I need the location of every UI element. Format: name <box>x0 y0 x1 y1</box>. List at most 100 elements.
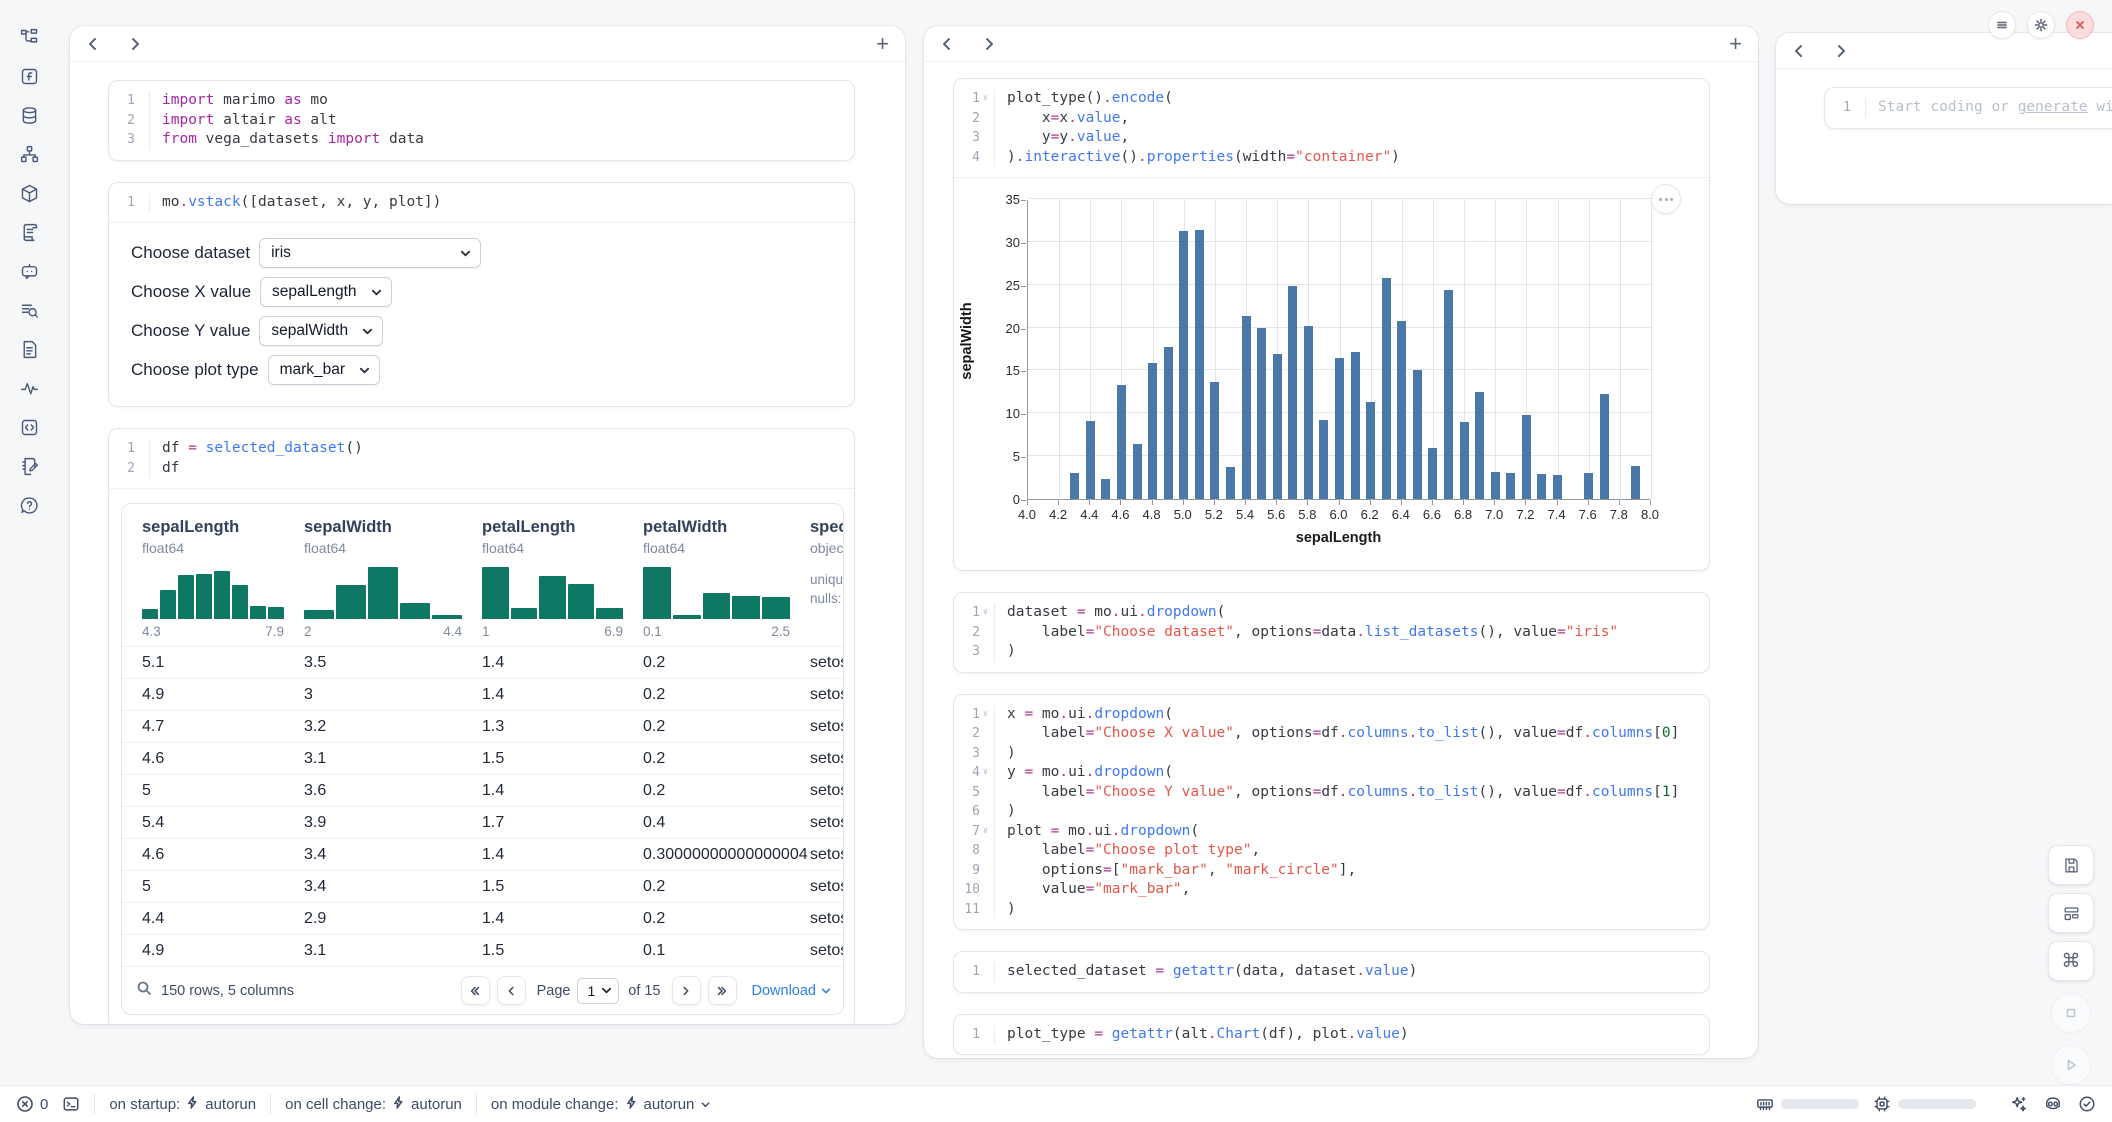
expand-right-icon[interactable] <box>1834 44 1848 58</box>
dropdown-select[interactable]: mark_bar <box>268 355 380 385</box>
cell-imports[interactable]: 1import marimo as mo2import altair as al… <box>108 80 855 161</box>
code-line[interactable]: 3) <box>954 744 1709 764</box>
tracing-icon[interactable] <box>18 377 40 399</box>
search-icon[interactable] <box>136 980 152 1001</box>
code-placeholder[interactable]: Start coding or generate with AI <box>1865 98 2112 118</box>
last-page-button[interactable] <box>708 976 737 1005</box>
code-line[interactable]: 6) <box>954 802 1709 822</box>
fold-icon[interactable]: ∨ <box>980 822 991 842</box>
code-line[interactable]: 3) <box>954 642 1709 662</box>
collapse-left-icon[interactable] <box>1792 44 1806 58</box>
cell-dataset-dropdown[interactable]: 1∨dataset = mo.ui.dropdown(2 label="Choo… <box>953 592 1710 673</box>
expand-right-icon[interactable] <box>982 37 996 51</box>
ai-assist-button[interactable] <box>2010 1095 2028 1113</box>
on-module-change-setting[interactable]: on module change: autorun <box>491 1096 711 1113</box>
table-row[interactable]: 4.931.40.2setosa <box>122 678 844 710</box>
functions-icon[interactable] <box>18 65 40 87</box>
code-line[interactable]: 2import altair as alt <box>109 111 854 131</box>
table-row[interactable]: 4.63.11.50.2setosa <box>122 742 844 774</box>
ram-usage[interactable] <box>1756 1095 1774 1113</box>
close-button[interactable] <box>2066 11 2094 39</box>
dependencies-icon[interactable] <box>18 143 40 165</box>
scratchpad-icon[interactable] <box>18 455 40 477</box>
snippets-icon[interactable] <box>18 338 40 360</box>
code-line[interactable]: 4).interactive().properties(width="conta… <box>954 148 1709 168</box>
table-row[interactable]: 5.13.51.40.2setosa <box>122 646 844 678</box>
code-line[interactable]: 1∨plot_type().encode( <box>954 89 1709 109</box>
add-cell-button[interactable]: + <box>1729 34 1742 54</box>
file-explorer-icon[interactable] <box>18 26 40 48</box>
code-line[interactable]: 2 label="Choose dataset", options=data.l… <box>954 623 1709 643</box>
on-cell-change-setting[interactable]: on cell change: autorun <box>285 1096 462 1113</box>
code-line[interactable]: 3 y=y.value, <box>954 128 1709 148</box>
terminal-button[interactable] <box>62 1095 80 1113</box>
help-icon[interactable] <box>18 494 40 516</box>
dropdown-select[interactable]: iris <box>259 238 481 268</box>
logs-icon[interactable] <box>18 299 40 321</box>
collapse-left-icon[interactable] <box>940 37 954 51</box>
first-page-button[interactable] <box>461 976 490 1005</box>
layout-button[interactable] <box>2048 893 2094 933</box>
collapse-left-icon[interactable] <box>86 37 100 51</box>
code-line[interactable]: 4∨y = mo.ui.dropdown( <box>954 763 1709 783</box>
code-line[interactable]: 9 options=["mark_bar", "mark_circle"], <box>954 861 1709 881</box>
on-startup-setting[interactable]: on startup: autorun <box>109 1096 256 1113</box>
cell-dataframe[interactable]: 1df = selected_dataset()2df sepalLengthf… <box>108 428 855 1024</box>
table-row[interactable]: 5.43.91.70.4setosa <box>122 806 844 838</box>
run-button[interactable] <box>2051 1045 2091 1085</box>
column-header[interactable]: sepalLengthfloat644.37.9 <box>122 504 284 646</box>
chart-menu-button[interactable] <box>1651 184 1681 214</box>
code-line[interactable]: 3from vega_datasets import data <box>109 130 854 150</box>
error-count[interactable]: 0 <box>16 1095 48 1113</box>
documentation-icon[interactable] <box>18 221 40 243</box>
chat-icon[interactable] <box>18 260 40 282</box>
fold-icon[interactable]: ∨ <box>980 705 991 725</box>
code-line[interactable]: 1selected_dataset = getattr(data, datase… <box>954 962 1709 982</box>
column-header[interactable]: sepalWidthfloat6424.4 <box>284 504 462 646</box>
save-button[interactable] <box>2048 845 2094 885</box>
code-line[interactable]: 5 label="Choose Y value", options=df.col… <box>954 783 1709 803</box>
copilot-button[interactable] <box>2044 1095 2062 1113</box>
page-select[interactable]: 1 <box>577 978 619 1004</box>
cell-plot-type[interactable]: 1plot_type = getattr(alt.Chart(df), plot… <box>953 1014 1710 1056</box>
code-line[interactable]: 10 value="mark_bar", <box>954 880 1709 900</box>
code-line[interactable]: 1mo.vstack([dataset, x, y, plot]) <box>109 193 854 213</box>
code-line[interactable]: 7∨plot = mo.ui.dropdown( <box>954 822 1709 842</box>
cpu-usage[interactable] <box>1873 1095 1891 1113</box>
code-line[interactable]: 1plot_type = getattr(alt.Chart(df), plot… <box>954 1025 1709 1045</box>
prev-page-button[interactable] <box>497 976 526 1005</box>
column-header[interactable]: petalLengthfloat6416.9 <box>462 504 623 646</box>
next-page-button[interactable] <box>672 976 701 1005</box>
cell-selected-dataset[interactable]: 1selected_dataset = getattr(data, datase… <box>953 951 1710 993</box>
code-line[interactable]: 1∨dataset = mo.ui.dropdown( <box>954 603 1709 623</box>
download-button[interactable]: Download <box>752 983 832 999</box>
table-row[interactable]: 4.73.21.30.2setosa <box>122 710 844 742</box>
settings-gear-button[interactable] <box>2027 11 2055 39</box>
command-palette-button[interactable]: ⌘ <box>2048 941 2094 981</box>
code-line[interactable]: 11) <box>954 900 1709 920</box>
fold-icon[interactable]: ∨ <box>980 603 991 623</box>
code-line[interactable]: 1import marimo as mo <box>109 91 854 111</box>
table-row[interactable]: 53.61.40.2setosa <box>122 774 844 806</box>
code-line[interactable]: 1∨x = mo.ui.dropdown( <box>954 705 1709 725</box>
cell-xy-plot-dropdowns[interactable]: 1∨x = mo.ui.dropdown(2 label="Choose X v… <box>953 694 1710 931</box>
cell-plot[interactable]: 1∨plot_type().encode(2 x=x.value,3 y=y.v… <box>953 78 1710 571</box>
outputs-icon[interactable] <box>18 416 40 438</box>
code-line[interactable]: 2 x=x.value, <box>954 109 1709 129</box>
column-header[interactable]: speciesobjectunique:nulls: <box>790 504 844 646</box>
empty-code-cell[interactable]: 1 Start coding or generate with AI <box>1824 87 2112 129</box>
code-line[interactable]: 2 label="Choose X value", options=df.col… <box>954 724 1709 744</box>
dropdown-select[interactable]: sepalLength <box>260 277 391 307</box>
generate-link[interactable]: generate <box>2018 99 2088 115</box>
datasources-icon[interactable] <box>18 104 40 126</box>
expand-right-icon[interactable] <box>128 37 142 51</box>
code-line[interactable]: 8 label="Choose plot type", <box>954 841 1709 861</box>
packages-icon[interactable] <box>18 182 40 204</box>
code-line[interactable]: 1df = selected_dataset() <box>109 439 854 459</box>
plot-area[interactable] <box>1027 200 1650 500</box>
fold-icon[interactable]: ∨ <box>980 89 991 109</box>
table-row[interactable]: 4.42.91.40.2setosa <box>122 902 844 934</box>
column-header[interactable]: petalWidthfloat640.12.5 <box>623 504 790 646</box>
dropdown-select[interactable]: sepalWidth <box>259 316 383 346</box>
cell-vstack[interactable]: 1mo.vstack([dataset, x, y, plot]) Choose… <box>108 182 855 408</box>
